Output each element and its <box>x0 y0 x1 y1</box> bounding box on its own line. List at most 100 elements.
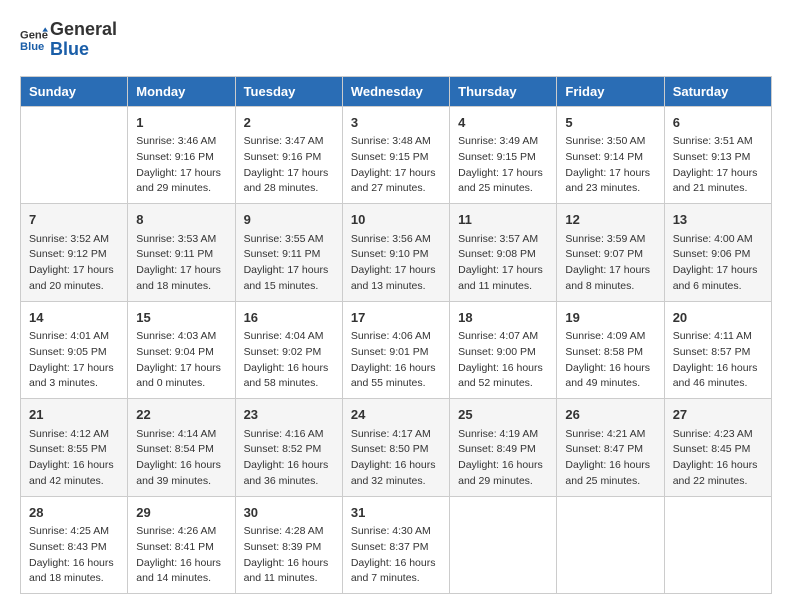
day-info-line: and 52 minutes. <box>458 376 548 392</box>
calendar-cell: 6Sunrise: 3:51 AMSunset: 9:13 PMDaylight… <box>664 106 771 204</box>
date-number: 22 <box>136 405 226 425</box>
calendar-cell: 26Sunrise: 4:21 AMSunset: 8:47 PMDayligh… <box>557 399 664 497</box>
date-number: 29 <box>136 503 226 523</box>
day-info-line: Daylight: 17 hours <box>351 263 441 279</box>
date-number: 17 <box>351 308 441 328</box>
calendar-cell: 19Sunrise: 4:09 AMSunset: 8:58 PMDayligh… <box>557 301 664 399</box>
calendar-cell: 16Sunrise: 4:04 AMSunset: 9:02 PMDayligh… <box>235 301 342 399</box>
weekday-header-friday: Friday <box>557 76 664 106</box>
calendar-cell: 21Sunrise: 4:12 AMSunset: 8:55 PMDayligh… <box>21 399 128 497</box>
day-info-line: and 7 minutes. <box>351 571 441 587</box>
calendar-cell: 8Sunrise: 3:53 AMSunset: 9:11 PMDaylight… <box>128 204 235 302</box>
calendar-week-row: 14Sunrise: 4:01 AMSunset: 9:05 PMDayligh… <box>21 301 772 399</box>
calendar-cell: 10Sunrise: 3:56 AMSunset: 9:10 PMDayligh… <box>342 204 449 302</box>
date-number: 12 <box>565 210 655 230</box>
day-info-line: Sunset: 9:08 PM <box>458 247 548 263</box>
day-info-line: Daylight: 16 hours <box>565 361 655 377</box>
day-info-line: and 27 minutes. <box>351 181 441 197</box>
weekday-header-monday: Monday <box>128 76 235 106</box>
day-info-line: and 11 minutes. <box>458 279 548 295</box>
day-info-line: Sunrise: 4:00 AM <box>673 232 763 248</box>
day-info-line: Daylight: 17 hours <box>351 166 441 182</box>
calendar-cell: 3Sunrise: 3:48 AMSunset: 9:15 PMDaylight… <box>342 106 449 204</box>
day-info-line: and 42 minutes. <box>29 474 119 490</box>
date-number: 8 <box>136 210 226 230</box>
day-info-line: Sunset: 8:37 PM <box>351 540 441 556</box>
date-number: 27 <box>673 405 763 425</box>
day-info-line: Sunrise: 3:47 AM <box>244 134 334 150</box>
day-info-line: Sunset: 8:39 PM <box>244 540 334 556</box>
calendar-cell <box>21 106 128 204</box>
day-info-line: Sunset: 9:15 PM <box>351 150 441 166</box>
day-info-line: and 14 minutes. <box>136 571 226 587</box>
day-info-line: Sunset: 9:04 PM <box>136 345 226 361</box>
calendar-cell: 17Sunrise: 4:06 AMSunset: 9:01 PMDayligh… <box>342 301 449 399</box>
date-number: 5 <box>565 113 655 133</box>
weekday-header-wednesday: Wednesday <box>342 76 449 106</box>
day-info-line: Sunset: 8:47 PM <box>565 442 655 458</box>
day-info-line: Sunrise: 3:52 AM <box>29 232 119 248</box>
calendar-cell: 29Sunrise: 4:26 AMSunset: 8:41 PMDayligh… <box>128 496 235 594</box>
day-info-line: and 18 minutes. <box>136 279 226 295</box>
calendar-cell: 15Sunrise: 4:03 AMSunset: 9:04 PMDayligh… <box>128 301 235 399</box>
day-info-line: Sunset: 9:07 PM <box>565 247 655 263</box>
calendar-cell: 13Sunrise: 4:00 AMSunset: 9:06 PMDayligh… <box>664 204 771 302</box>
day-info-line: Daylight: 17 hours <box>29 263 119 279</box>
weekday-header-sunday: Sunday <box>21 76 128 106</box>
day-info-line: Daylight: 17 hours <box>565 166 655 182</box>
calendar-cell: 7Sunrise: 3:52 AMSunset: 9:12 PMDaylight… <box>21 204 128 302</box>
day-info-line: Daylight: 16 hours <box>29 556 119 572</box>
calendar-cell: 31Sunrise: 4:30 AMSunset: 8:37 PMDayligh… <box>342 496 449 594</box>
day-info-line: and 23 minutes. <box>565 181 655 197</box>
logo: General Blue General Blue <box>20 20 117 60</box>
day-info-line: Sunset: 8:52 PM <box>244 442 334 458</box>
day-info-line: Sunset: 9:15 PM <box>458 150 548 166</box>
day-info-line: Sunrise: 4:23 AM <box>673 427 763 443</box>
day-info-line: Sunrise: 3:57 AM <box>458 232 548 248</box>
calendar-cell: 12 Sunrise: 3:59 AMSunset: 9:07 PMDayligh… <box>557 204 664 302</box>
calendar-cell: 18Sunrise: 4:07 AMSunset: 9:00 PMDayligh… <box>450 301 557 399</box>
day-info-line: Sunrise: 3:59 AM <box>565 232 655 248</box>
day-info-line: Sunrise: 4:12 AM <box>29 427 119 443</box>
date-number: 28 <box>29 503 119 523</box>
day-info-line: Sunrise: 4:11 AM <box>673 329 763 345</box>
date-number: 4 <box>458 113 548 133</box>
date-number: 20 <box>673 308 763 328</box>
day-info-line: and 3 minutes. <box>29 376 119 392</box>
day-info-line: Daylight: 17 hours <box>244 263 334 279</box>
day-info-line: Sunset: 9:13 PM <box>673 150 763 166</box>
day-info-line: Daylight: 16 hours <box>565 458 655 474</box>
weekday-header-thursday: Thursday <box>450 76 557 106</box>
day-info-line: and 32 minutes. <box>351 474 441 490</box>
logo-icon: General Blue <box>20 26 48 54</box>
day-info-line: Sunrise: 3:50 AM <box>565 134 655 150</box>
day-info-line: Daylight: 16 hours <box>136 556 226 572</box>
day-info-line: Sunset: 8:55 PM <box>29 442 119 458</box>
day-info-line: Sunset: 8:45 PM <box>673 442 763 458</box>
calendar-cell: 24Sunrise: 4:17 AMSunset: 8:50 PMDayligh… <box>342 399 449 497</box>
day-info-line: Sunrise: 4:14 AM <box>136 427 226 443</box>
day-info-line: Sunrise: 4:21 AM <box>565 427 655 443</box>
date-number: 3 <box>351 113 441 133</box>
date-number: 16 <box>244 308 334 328</box>
day-info-line: Sunrise: 4:04 AM <box>244 329 334 345</box>
day-info-line: Daylight: 17 hours <box>565 263 655 279</box>
day-info-line: and 20 minutes. <box>29 279 119 295</box>
date-number: 6 <box>673 113 763 133</box>
day-info-line: Sunset: 9:02 PM <box>244 345 334 361</box>
date-number: 13 <box>673 210 763 230</box>
calendar-cell: 5Sunrise: 3:50 AMSunset: 9:14 PMDaylight… <box>557 106 664 204</box>
day-info-line: Sunrise: 4:09 AM <box>565 329 655 345</box>
day-info-line: and 29 minutes. <box>458 474 548 490</box>
day-info-line: Sunrise: 4:07 AM <box>458 329 548 345</box>
calendar-cell <box>557 496 664 594</box>
calendar-cell: 23Sunrise: 4:16 AMSunset: 8:52 PMDayligh… <box>235 399 342 497</box>
day-info-line: Sunrise: 3:56 AM <box>351 232 441 248</box>
day-info-line: Sunrise: 4:30 AM <box>351 524 441 540</box>
day-info-line: Sunrise: 3:55 AM <box>244 232 334 248</box>
day-info-line: and 55 minutes. <box>351 376 441 392</box>
day-info-line: Daylight: 17 hours <box>136 361 226 377</box>
day-info-line: Daylight: 17 hours <box>136 166 226 182</box>
day-info-line: Sunset: 9:16 PM <box>136 150 226 166</box>
day-info-line: Sunrise: 4:19 AM <box>458 427 548 443</box>
